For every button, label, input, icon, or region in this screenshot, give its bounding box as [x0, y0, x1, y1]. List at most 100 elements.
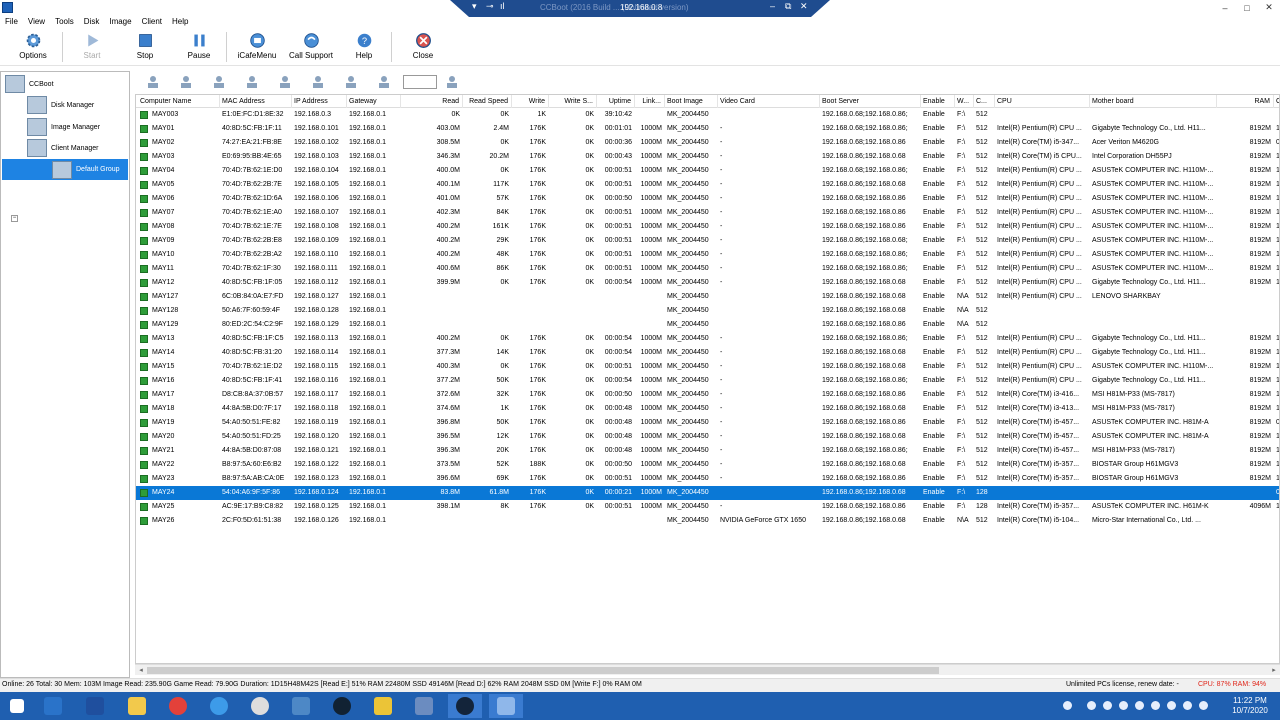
- pause-button[interactable]: Pause: [171, 32, 227, 66]
- column-header[interactable]: IP Address: [292, 95, 347, 108]
- ccboot-taskbar-icon[interactable]: [325, 694, 359, 718]
- horizontal-scrollbar[interactable]: ◂ ▸: [135, 664, 1280, 675]
- column-header[interactable]: Link...: [635, 95, 665, 108]
- menu-help[interactable]: Help: [167, 17, 193, 26]
- table-row[interactable]: MAY04 70:4D:7B:62:1E:D0 192.168.0.104 192.1…: [136, 164, 1279, 178]
- restart-client-icon[interactable]: [343, 75, 359, 89]
- column-header[interactable]: Uptime: [597, 95, 635, 108]
- table-row[interactable]: MAY19 54:A0:50:51:FE:82 192.168.0.119 192.1…: [136, 416, 1279, 430]
- column-header[interactable]: C...: [974, 95, 995, 108]
- table-row[interactable]: MAY22 B8:97:5A:60:E6:B2 192.168.0.122 192.1…: [136, 458, 1279, 472]
- stop-button[interactable]: Stop: [117, 32, 173, 66]
- table-row[interactable]: MAY003 E1:0E:FC:D1:8E:32 192.168.0.3 192.16…: [136, 108, 1279, 122]
- column-header[interactable]: W...: [955, 95, 974, 108]
- tray-app-icon[interactable]: [1119, 701, 1128, 710]
- menu-view[interactable]: View: [23, 17, 50, 26]
- shutdown-client-icon[interactable]: [376, 75, 392, 89]
- table-row[interactable]: MAY129 80:ED:2C:54:C2:9F 192.168.0.129 192.…: [136, 318, 1279, 332]
- menu-client[interactable]: Client: [137, 17, 167, 26]
- column-header[interactable]: Computer Name: [138, 95, 220, 108]
- table-row[interactable]: MAY17 D8:CB:8A:37:0B:57 192.168.0.117 192.1…: [136, 388, 1279, 402]
- taskbar-clock[interactable]: 11:22 PM 10/7/2020: [1222, 696, 1278, 716]
- tray-language-icon[interactable]: [1199, 701, 1208, 710]
- remote-close-icon[interactable]: ✕: [800, 1, 808, 12]
- table-row[interactable]: MAY21 44:8A:5B:D0:87:08 192.168.0.121 192.1…: [136, 444, 1279, 458]
- find-client-icon[interactable]: [444, 75, 460, 89]
- help-button[interactable]: ? Help: [336, 32, 392, 66]
- maximize-icon[interactable]: □: [1236, 0, 1258, 15]
- menu-disk[interactable]: Disk: [79, 17, 105, 26]
- table-row[interactable]: MAY06 70:4D:7B:62:1D:6A 192.168.0.106 192.1…: [136, 192, 1279, 206]
- column-header[interactable]: Enable: [921, 95, 955, 108]
- tree-item-image-manager[interactable]: Image Manager: [27, 118, 100, 136]
- remote-restore-icon[interactable]: ⧉: [785, 1, 791, 12]
- column-header[interactable]: MAC Address: [220, 95, 292, 108]
- options-button[interactable]: Options: [5, 32, 61, 66]
- column-header[interactable]: Mother board: [1090, 95, 1217, 108]
- disable-client-icon[interactable]: [277, 75, 293, 89]
- table-row[interactable]: MAY15 70:4D:7B:62:1E:D2 192.168.0.115 192.1…: [136, 360, 1279, 374]
- column-header[interactable]: Read: [401, 95, 463, 108]
- folder-icon[interactable]: [120, 694, 154, 718]
- column-header[interactable]: Video Card: [718, 95, 820, 108]
- menu-tools[interactable]: Tools: [50, 17, 79, 26]
- pushpin-icon[interactable]: ⊸: [486, 1, 494, 12]
- scrollbar-thumb[interactable]: [147, 667, 939, 674]
- client-search-input[interactable]: [403, 75, 437, 89]
- column-header[interactable]: Boot Image: [665, 95, 718, 108]
- scroll-right-icon[interactable]: ▸: [1268, 665, 1280, 676]
- tray-volume-icon[interactable]: [1183, 701, 1192, 710]
- remote-minimize-icon[interactable]: –: [770, 1, 775, 11]
- column-header[interactable]: C: [1274, 95, 1279, 108]
- minimize-icon[interactable]: –: [1214, 0, 1236, 15]
- remote-desktop-icon[interactable]: [489, 694, 523, 718]
- file-explorer-icon[interactable]: [36, 694, 70, 718]
- enable-client-icon[interactable]: [244, 75, 260, 89]
- table-row[interactable]: MAY13 40:8D:5C:FB:1F:C5 192.168.0.113 192.1…: [136, 332, 1279, 346]
- table-row[interactable]: MAY18 44:8A:5B:D0:7F:17 192.168.0.118 192.1…: [136, 402, 1279, 416]
- tree-item-disk-manager[interactable]: Disk Manager: [27, 96, 94, 114]
- table-row[interactable]: MAY25 AC:9E:17:B9:C8:82 192.168.0.125 192.1…: [136, 500, 1279, 514]
- scroll-left-icon[interactable]: ◂: [135, 665, 147, 676]
- column-header[interactable]: Boot Server: [820, 95, 921, 108]
- table-row[interactable]: MAY12 40:8D:5C:FB:1F:05 192.168.0.112 192.1…: [136, 276, 1279, 290]
- start-menu-icon[interactable]: [0, 694, 34, 718]
- tree-item-default-group[interactable]: Default Group: [2, 159, 128, 180]
- tray-app-icon[interactable]: [1151, 701, 1160, 710]
- tray-app-icon[interactable]: [1103, 701, 1112, 710]
- table-row[interactable]: MAY08 70:4D:7B:62:1E:7E 192.168.0.108 192.1…: [136, 220, 1279, 234]
- icafemenu-button[interactable]: iCafeMenu: [229, 32, 285, 66]
- table-row[interactable]: MAY05 70:4D:7B:62:2B:7E 192.168.0.105 192.1…: [136, 178, 1279, 192]
- menu-image[interactable]: Image: [104, 17, 136, 26]
- remote-tool-icon[interactable]: [366, 694, 400, 718]
- table-row[interactable]: MAY128 50:A6:7F:60:59:4F 192.168.0.128 192.…: [136, 304, 1279, 318]
- table-row[interactable]: MAY20 54:A0:50:51:FD:25 192.168.0.120 192.1…: [136, 430, 1279, 444]
- chrome-icon[interactable]: [161, 694, 195, 718]
- table-row[interactable]: MAY11 70:4D:7B:62:1F:30 192.168.0.111 192.1…: [136, 262, 1279, 276]
- table-row[interactable]: MAY16 40:8D:5C:FB:1F:41 192.168.0.116 192.1…: [136, 374, 1279, 388]
- clock-app-icon[interactable]: [243, 694, 277, 718]
- collapse-icon[interactable]: −: [11, 215, 18, 222]
- column-header[interactable]: CPU: [995, 95, 1090, 108]
- tray-up-icon[interactable]: [1063, 701, 1072, 710]
- table-row[interactable]: MAY01 40:8D:5C:FB:1F:11 192.168.0.101 192.1…: [136, 122, 1279, 136]
- edit-client-icon[interactable]: [178, 75, 194, 89]
- column-header[interactable]: RAM: [1217, 95, 1274, 108]
- wake-client-icon[interactable]: [310, 75, 326, 89]
- close-button[interactable]: Close: [395, 32, 451, 66]
- edge-icon[interactable]: [202, 694, 236, 718]
- pin-icon[interactable]: ▾: [472, 1, 477, 12]
- table-row[interactable]: MAY24 54:04:A6:9F:5F:86 192.168.0.124 192.1…: [136, 486, 1279, 500]
- table-row[interactable]: MAY07 70:4D:7B:62:1E:A0 192.168.0.107 192.1…: [136, 206, 1279, 220]
- steam-icon[interactable]: [448, 694, 482, 718]
- table-row[interactable]: MAY03 E0:69:95:BB:4E:65 192.168.0.103 192.1…: [136, 150, 1279, 164]
- start-button[interactable]: Start: [64, 32, 120, 66]
- table-row[interactable]: MAY02 74:27:EA:21:FB:8E 192.168.0.102 192.1…: [136, 136, 1279, 150]
- column-header[interactable]: Write: [526, 95, 549, 108]
- network-icon[interactable]: [284, 694, 318, 718]
- close-window-icon[interactable]: ✕: [1258, 0, 1280, 15]
- tree-item-client-manager[interactable]: Client Manager: [27, 139, 98, 157]
- call-support-button[interactable]: Call Support: [283, 32, 339, 66]
- column-header[interactable]: Read Speed: [463, 95, 512, 108]
- menu-file[interactable]: File: [0, 17, 23, 26]
